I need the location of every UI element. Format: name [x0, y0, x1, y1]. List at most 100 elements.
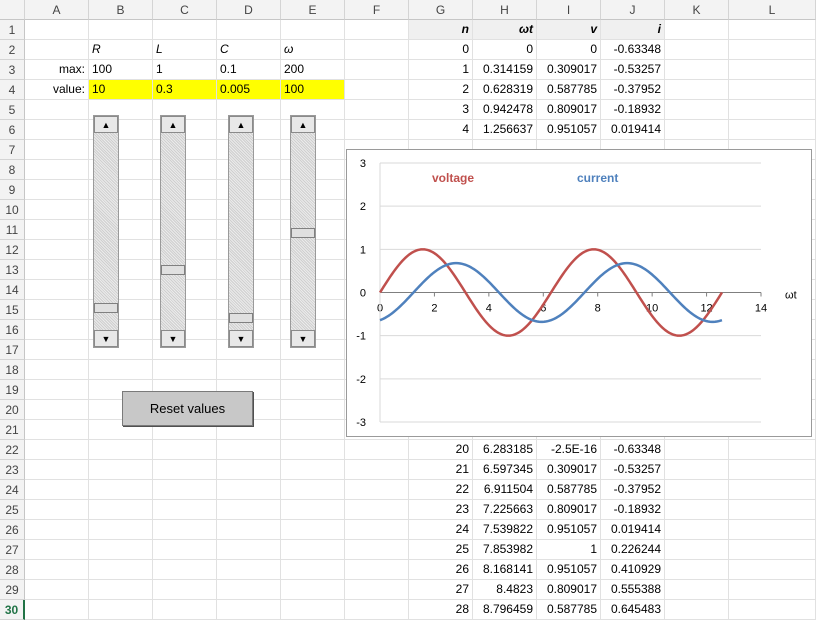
- table-header-1[interactable]: ωt: [473, 20, 537, 40]
- table-cell[interactable]: 0.951057: [537, 560, 601, 580]
- row-header-4[interactable]: 4: [0, 80, 25, 100]
- grid-cell[interactable]: [89, 520, 153, 540]
- grid-cell[interactable]: [25, 420, 89, 440]
- row-header-30[interactable]: 30: [0, 600, 25, 620]
- grid-cell[interactable]: [345, 580, 409, 600]
- table-cell[interactable]: 0.951057: [537, 520, 601, 540]
- grid-cell[interactable]: [25, 500, 89, 520]
- table-cell[interactable]: 8.4823: [473, 580, 537, 600]
- grid-cell[interactable]: [25, 520, 89, 540]
- table-cell[interactable]: -0.37952: [601, 80, 665, 100]
- row-header-2[interactable]: 2: [0, 40, 25, 60]
- scroll-down-arrow-icon[interactable]: ▼: [94, 330, 118, 347]
- param-max-0[interactable]: 100: [89, 60, 153, 80]
- grid-cell[interactable]: [345, 560, 409, 580]
- grid-cell[interactable]: [25, 380, 89, 400]
- param-max-3[interactable]: 200: [281, 60, 345, 80]
- grid-cell[interactable]: [153, 560, 217, 580]
- slider-thumb[interactable]: [229, 312, 253, 323]
- table-cell[interactable]: -2.5E-16: [537, 440, 601, 460]
- grid-cell[interactable]: [25, 580, 89, 600]
- table-header-0[interactable]: n: [409, 20, 473, 40]
- table-cell[interactable]: 0.587785: [537, 480, 601, 500]
- grid-cell[interactable]: [729, 120, 816, 140]
- table-cell[interactable]: 0: [409, 40, 473, 60]
- grid-cell[interactable]: [153, 600, 217, 620]
- param-value-1[interactable]: 0.3: [153, 80, 217, 100]
- slider-thumb[interactable]: [161, 265, 185, 276]
- grid-cell[interactable]: [729, 40, 816, 60]
- scroll-up-arrow-icon[interactable]: ▲: [161, 116, 185, 133]
- grid-cell[interactable]: [729, 480, 816, 500]
- grid-cell[interactable]: [665, 40, 729, 60]
- grid-cell[interactable]: [281, 20, 345, 40]
- grid-cell[interactable]: [345, 80, 409, 100]
- param-max-1[interactable]: 1: [153, 60, 217, 80]
- row-header-21[interactable]: 21: [0, 420, 25, 440]
- table-cell[interactable]: 26: [409, 560, 473, 580]
- grid-cell[interactable]: [281, 360, 345, 380]
- grid-cell[interactable]: [281, 440, 345, 460]
- row-header-26[interactable]: 26: [0, 520, 25, 540]
- row-header-16[interactable]: 16: [0, 320, 25, 340]
- table-cell[interactable]: 0.309017: [537, 460, 601, 480]
- table-cell[interactable]: -0.18932: [601, 500, 665, 520]
- grid-cell[interactable]: [153, 500, 217, 520]
- grid-cell[interactable]: [153, 440, 217, 460]
- grid-cell[interactable]: [25, 260, 89, 280]
- grid-cell[interactable]: [89, 460, 153, 480]
- param-header-2[interactable]: C: [217, 40, 281, 60]
- table-cell[interactable]: 8.168141: [473, 560, 537, 580]
- grid-cell[interactable]: [25, 220, 89, 240]
- grid-cell[interactable]: [729, 20, 816, 40]
- grid-cell[interactable]: [281, 500, 345, 520]
- grid-cell[interactable]: [665, 600, 729, 620]
- grid-cell[interactable]: [217, 520, 281, 540]
- scroll-down-arrow-icon[interactable]: ▼: [291, 330, 315, 347]
- row-header-28[interactable]: 28: [0, 560, 25, 580]
- grid-cell[interactable]: [89, 480, 153, 500]
- grid-cell[interactable]: [25, 600, 89, 620]
- grid-cell[interactable]: [217, 480, 281, 500]
- grid-cell[interactable]: [729, 80, 816, 100]
- grid-cell[interactable]: [89, 540, 153, 560]
- table-cell[interactable]: 7.225663: [473, 500, 537, 520]
- row-header-15[interactable]: 15: [0, 300, 25, 320]
- grid-cell[interactable]: [665, 460, 729, 480]
- grid-cell[interactable]: [345, 540, 409, 560]
- column-header-j[interactable]: J: [601, 0, 665, 20]
- grid-cell[interactable]: [25, 20, 89, 40]
- table-cell[interactable]: 0.809017: [537, 580, 601, 600]
- table-cell[interactable]: 0.555388: [601, 580, 665, 600]
- grid-cell[interactable]: [89, 20, 153, 40]
- table-cell[interactable]: -0.37952: [601, 480, 665, 500]
- grid-cell[interactable]: [89, 600, 153, 620]
- grid-cell[interactable]: [345, 440, 409, 460]
- grid-cell[interactable]: [729, 600, 816, 620]
- table-cell[interactable]: 0.019414: [601, 120, 665, 140]
- table-cell[interactable]: -0.53257: [601, 60, 665, 80]
- row-header-14[interactable]: 14: [0, 280, 25, 300]
- table-cell[interactable]: 0.309017: [537, 60, 601, 80]
- value-label[interactable]: value:: [25, 80, 89, 100]
- grid-cell[interactable]: [665, 540, 729, 560]
- grid-cell[interactable]: [25, 200, 89, 220]
- table-cell[interactable]: -0.63348: [601, 440, 665, 460]
- column-header-e[interactable]: E: [281, 0, 345, 20]
- grid-cell[interactable]: [281, 380, 345, 400]
- table-cell[interactable]: 3: [409, 100, 473, 120]
- grid-cell[interactable]: [89, 440, 153, 460]
- table-cell[interactable]: -0.18932: [601, 100, 665, 120]
- grid-cell[interactable]: [665, 120, 729, 140]
- grid-cell[interactable]: [729, 460, 816, 480]
- table-cell[interactable]: 4: [409, 120, 473, 140]
- slider-thumb[interactable]: [94, 303, 118, 314]
- grid-cell[interactable]: [345, 520, 409, 540]
- grid-cell[interactable]: [281, 540, 345, 560]
- row-header-5[interactable]: 5: [0, 100, 25, 120]
- param-max-2[interactable]: 0.1: [217, 60, 281, 80]
- table-cell[interactable]: 0.809017: [537, 100, 601, 120]
- grid-cell[interactable]: [153, 20, 217, 40]
- table-cell[interactable]: 24: [409, 520, 473, 540]
- param-value-2[interactable]: 0.005: [217, 80, 281, 100]
